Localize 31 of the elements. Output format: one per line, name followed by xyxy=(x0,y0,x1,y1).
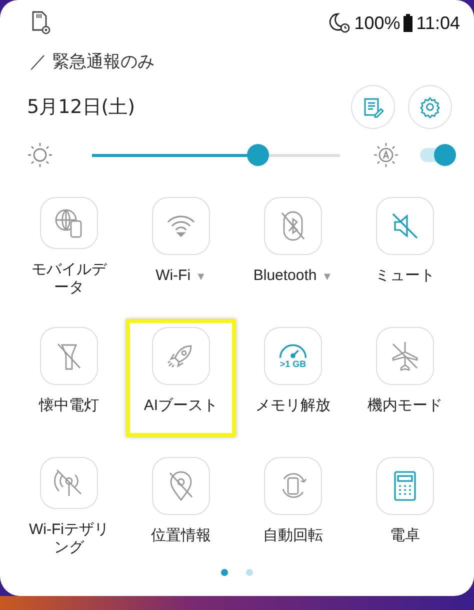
clock-time: 11:04 xyxy=(416,12,460,34)
quick-setting-tile[interactable]: モバイルデータ xyxy=(14,189,124,307)
auto-brightness-switch[interactable] xyxy=(420,143,456,167)
edit-icon xyxy=(362,96,384,118)
quick-setting-tile[interactable]: 自動回転 xyxy=(238,449,348,567)
quick-setting-tile[interactable]: 位置情報 xyxy=(126,449,236,567)
quick-setting-tile[interactable]: Wi-Fi ▼ xyxy=(126,189,236,307)
tile-icon xyxy=(279,343,307,360)
brightness-low-icon xyxy=(26,141,54,169)
sd-card-icon xyxy=(30,11,52,35)
quick-setting-tile[interactable]: AIブースト xyxy=(126,319,236,437)
date-text: 5月12日(土) xyxy=(27,95,136,120)
quick-setting-tile[interactable]: Wi-Fiテザリング xyxy=(14,449,124,567)
edit-button[interactable] xyxy=(351,85,395,129)
settings-button[interactable] xyxy=(408,85,452,129)
brightness-slider[interactable] xyxy=(92,144,340,166)
auto-brightness-icon xyxy=(372,141,400,169)
page-indicator-dot[interactable] xyxy=(221,569,228,576)
quick-setting-tile[interactable]: 懐中電灯 xyxy=(14,319,124,437)
quick-setting-tile[interactable]: 機内モード xyxy=(350,319,460,437)
quick-setting-tile[interactable]: ミュート xyxy=(350,189,460,307)
settings-icon xyxy=(419,96,441,118)
carrier-status: ／ 緊急通報のみ xyxy=(29,51,156,73)
quick-setting-tile[interactable]: 電卓 xyxy=(350,449,460,567)
memory-size-label: >1 GB xyxy=(280,360,306,369)
moon-alarm-icon xyxy=(329,12,352,34)
quick-setting-tile[interactable]: Bluetooth ▼ xyxy=(238,189,348,307)
battery-icon xyxy=(403,14,414,32)
quick-setting-tile[interactable]: >1 GB メモリ解放 xyxy=(238,319,348,437)
page-indicator-dot[interactable] xyxy=(246,569,253,576)
battery-percentage: 100% xyxy=(354,12,400,34)
